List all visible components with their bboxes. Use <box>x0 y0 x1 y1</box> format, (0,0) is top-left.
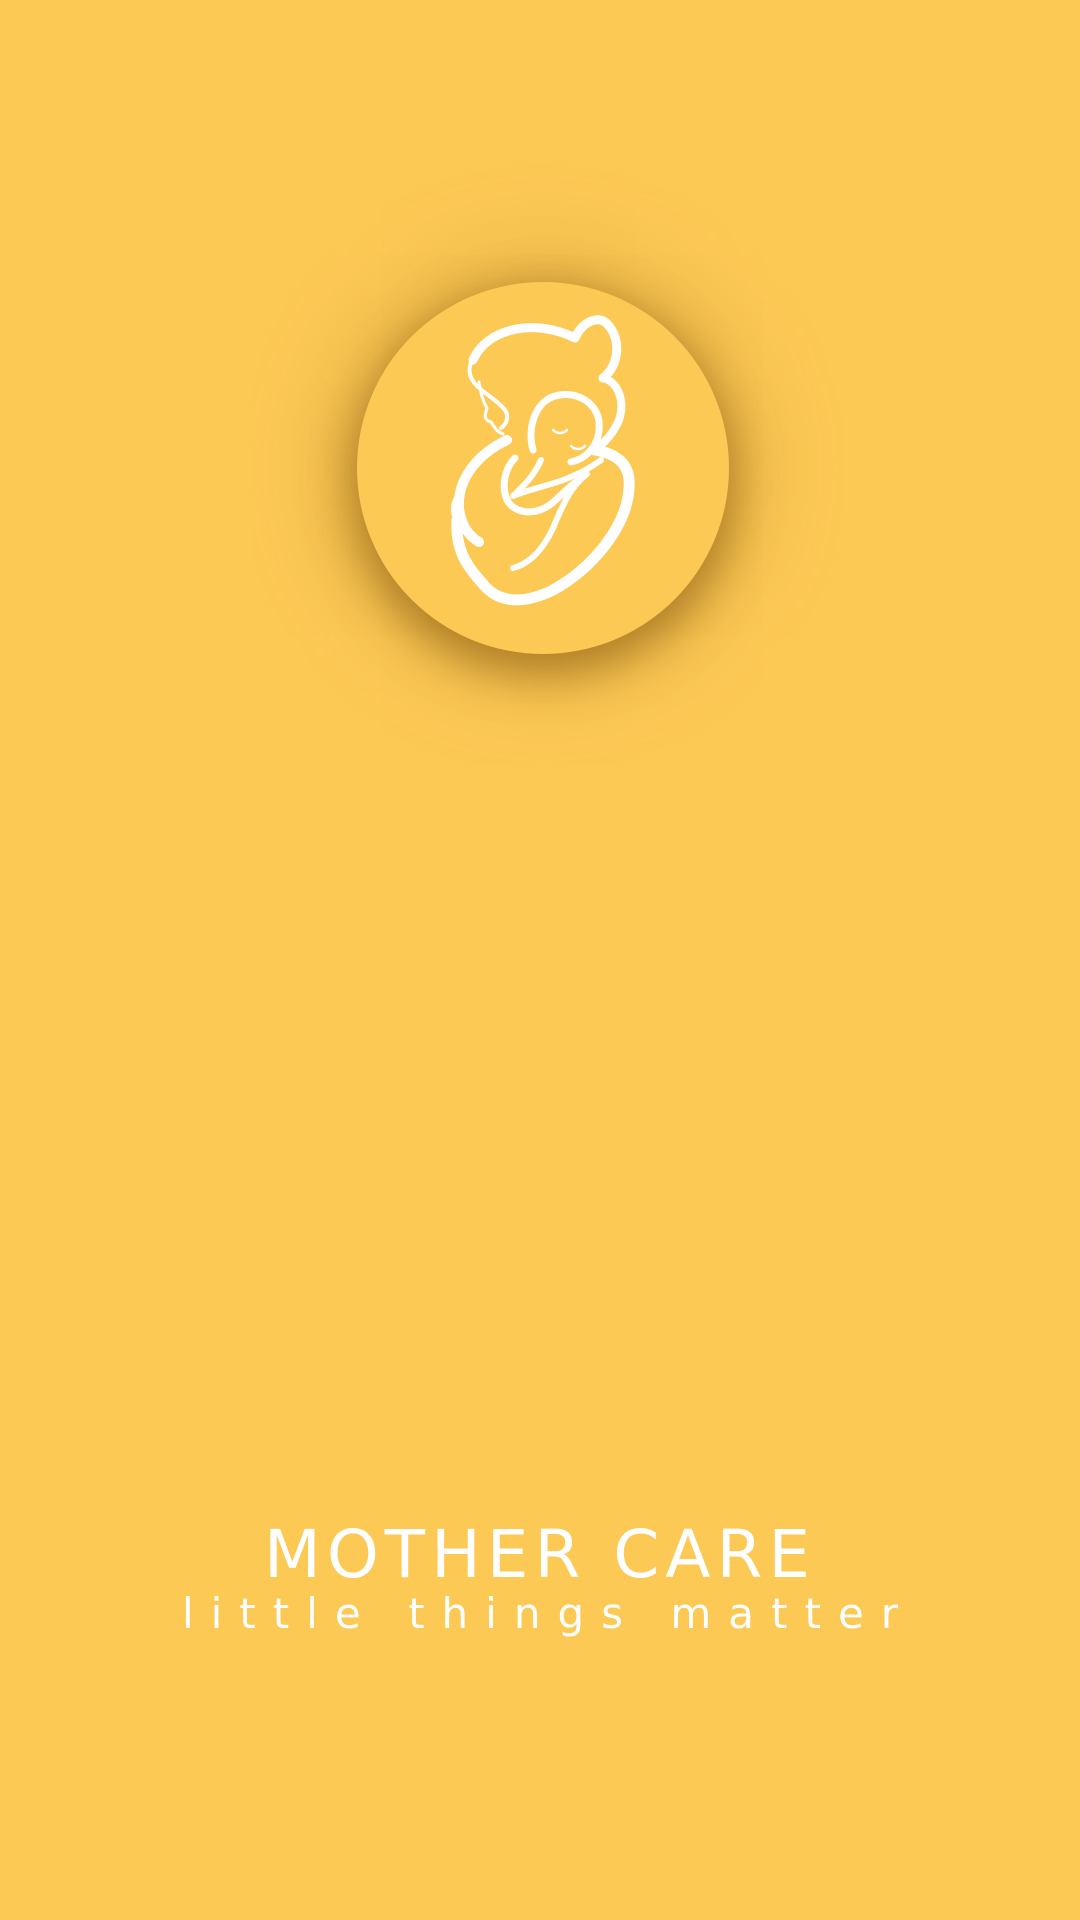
app-title: MOTHER CARE <box>263 1516 817 1593</box>
app-tagline: little things matter <box>181 1589 916 1638</box>
mother-and-baby-icon <box>451 315 635 606</box>
logo-badge <box>357 282 729 654</box>
splash-screen: MOTHER CARE little things matter <box>0 0 1080 1920</box>
